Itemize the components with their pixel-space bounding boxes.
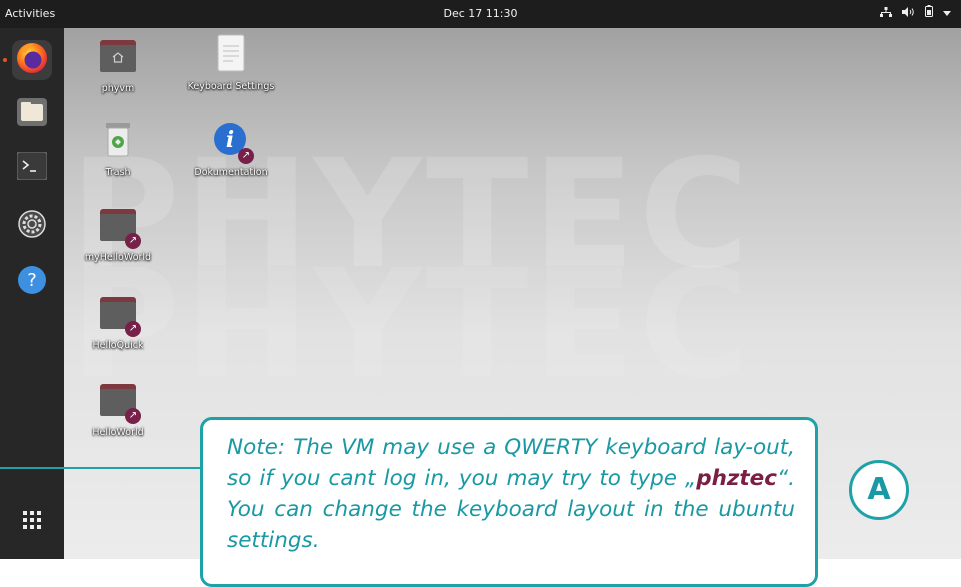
- link-arrow-icon: ↗: [125, 408, 141, 424]
- note-text: Note: The VM may use a QWERTY keyboard l…: [227, 435, 795, 553]
- system-tray[interactable]: [880, 0, 951, 28]
- note-leader-line: [0, 467, 200, 469]
- svg-text:i: i: [226, 127, 234, 153]
- info-icon: i ↗: [211, 120, 254, 164]
- dock-settings[interactable]: [12, 206, 52, 246]
- dock-terminal[interactable]: [12, 148, 52, 188]
- running-indicator: [3, 58, 7, 62]
- link-arrow-icon: ↗: [125, 233, 141, 249]
- desktop-icon-trash[interactable]: Trash: [70, 120, 166, 179]
- note-callout: Note: The VM may use a QWERTY keyboard l…: [200, 417, 818, 587]
- desktop-icon-label: myHelloWorld: [84, 252, 152, 263]
- desktop-icon-myhelloworld[interactable]: ↗ myHelloWorld: [70, 205, 166, 264]
- folder-link-icon: ↗: [98, 205, 141, 249]
- callout-marker: A: [849, 460, 909, 520]
- help-icon: ?: [17, 265, 47, 299]
- desktop-icon-label: Keyboard Settings: [187, 81, 275, 92]
- top-bar: Activities Dec 17 11:30: [0, 0, 961, 28]
- wallpaper-watermark-reflection: PHYTEC: [70, 238, 753, 412]
- menu-arrow-icon: [943, 0, 951, 28]
- dock: ?: [0, 28, 64, 559]
- battery-icon: [925, 0, 933, 28]
- home-folder-icon: [98, 36, 138, 76]
- folder-link-icon: ↗: [98, 380, 141, 424]
- desktop-icon-label: HelloQuick: [92, 340, 144, 351]
- dock-files[interactable]: [12, 94, 52, 134]
- dock-firefox[interactable]: [3, 40, 52, 80]
- desktop-icon-keyboard-settings[interactable]: Keyboard Settings: [183, 34, 279, 93]
- desktop-icon-label: Trash: [105, 167, 131, 178]
- clock[interactable]: Dec 17 11:30: [0, 0, 961, 28]
- desktop-icon-helloworld[interactable]: ↗ HelloWorld: [70, 380, 166, 439]
- desktop-icon-label: phyvm: [101, 83, 135, 94]
- trash-icon: [98, 120, 138, 160]
- network-icon: [880, 0, 892, 28]
- desktop-icon-dokumentation[interactable]: i ↗ Dokumentation: [183, 120, 279, 179]
- note-highlight: phztec: [696, 466, 778, 491]
- settings-icon: [17, 209, 47, 243]
- link-arrow-icon: ↗: [238, 148, 254, 164]
- desktop-icon-label: HelloWorld: [92, 427, 144, 438]
- volume-icon: [902, 0, 915, 28]
- desktop-icon-phyvm[interactable]: phyvm: [70, 36, 166, 95]
- show-applications-button[interactable]: [12, 502, 52, 542]
- svg-text:?: ?: [27, 270, 37, 291]
- document-icon: [211, 34, 251, 74]
- desktop-icon-helloquick[interactable]: ↗ HelloQuick: [70, 293, 166, 352]
- desktop-icon-label: Dokumentation: [194, 167, 268, 178]
- wallpaper-watermark: PHYTEC: [70, 128, 753, 302]
- link-arrow-icon: ↗: [125, 321, 141, 337]
- dock-help[interactable]: ?: [12, 262, 52, 302]
- terminal-icon: [16, 151, 48, 184]
- firefox-icon: [15, 41, 49, 79]
- folder-link-icon: ↗: [98, 293, 141, 337]
- files-icon: [17, 98, 47, 130]
- app-grid-icon: [23, 511, 41, 533]
